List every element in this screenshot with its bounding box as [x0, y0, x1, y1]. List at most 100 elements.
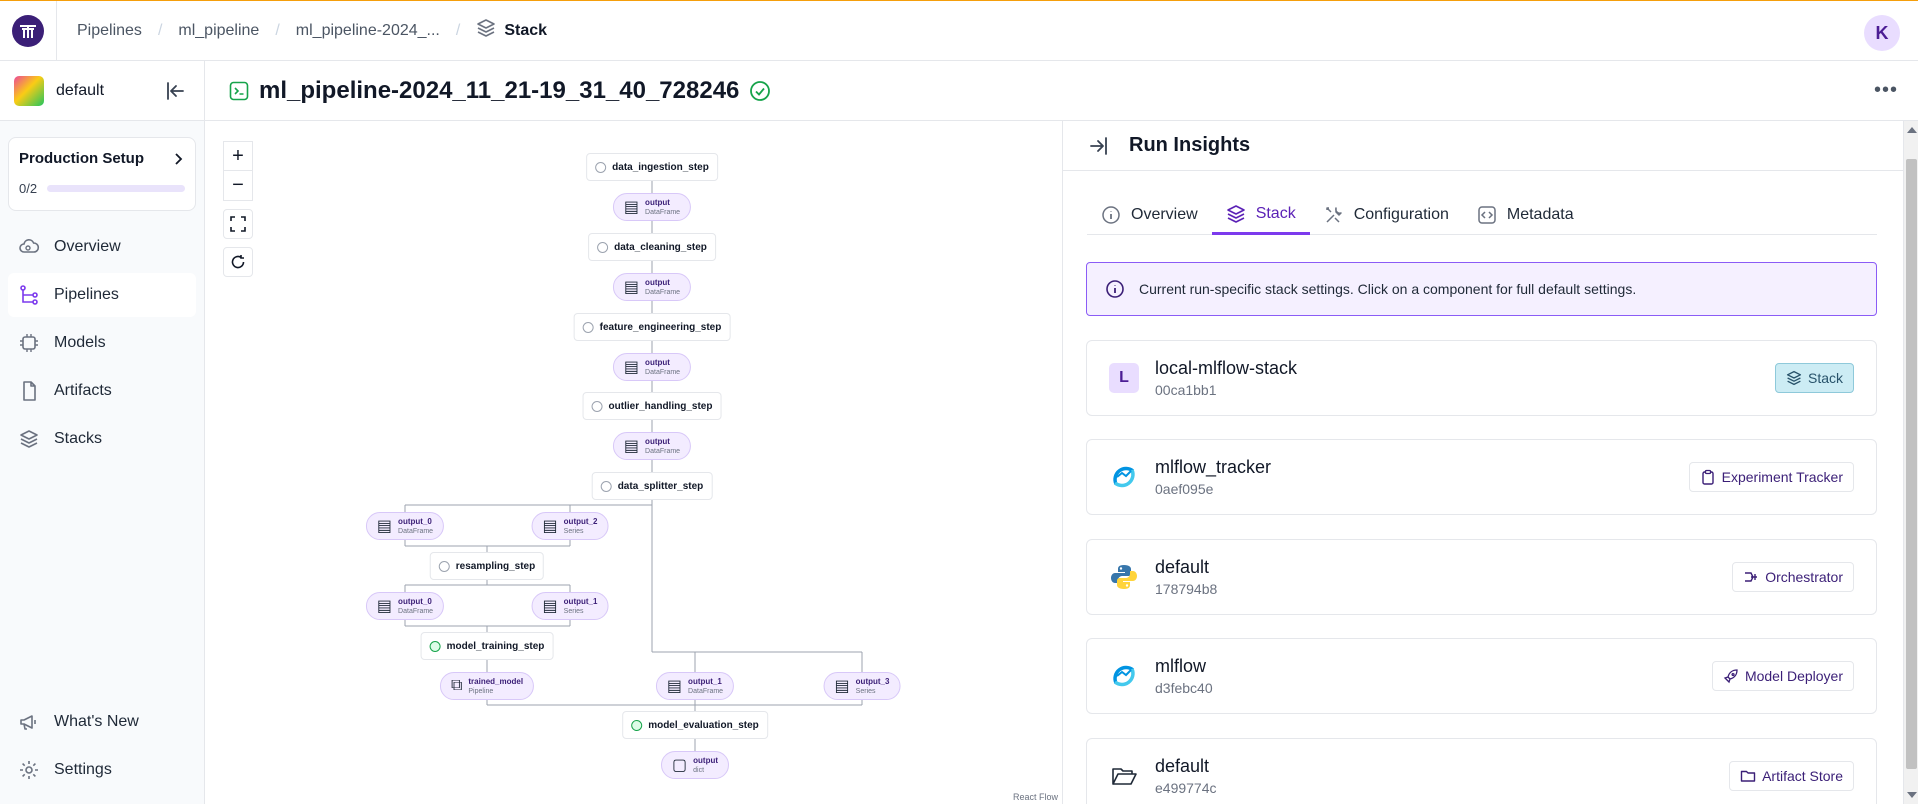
stack-card[interactable]: L local-mlflow-stack 00ca1bb1 Stack — [1086, 340, 1877, 416]
step-label: data_cleaning_step — [614, 241, 707, 253]
chevron-right-icon — [175, 152, 183, 165]
component-card-model-deployer[interactable]: mlflow d3febc40 Model Deployer — [1086, 638, 1877, 714]
scroll-thumb[interactable] — [1906, 159, 1917, 769]
breadcrumb-run[interactable]: ml_pipeline-2024_... — [286, 22, 450, 40]
production-setup-card[interactable]: Production Setup 0/2 — [8, 137, 196, 211]
dag-artifact-node[interactable]: ▤ output_3 Series — [823, 672, 901, 700]
dag-step-node[interactable]: model_evaluation_step — [622, 711, 768, 739]
dag-step-node[interactable]: data_ingestion_step — [586, 153, 718, 181]
sidebar-item-models[interactable]: Models — [8, 321, 196, 365]
setup-progress-bar — [47, 185, 185, 192]
dag-artifact-node[interactable]: ▤ output_2 Series — [531, 512, 609, 540]
database-icon: ▤ — [623, 279, 640, 296]
panel-scrollbar[interactable] — [1903, 121, 1918, 804]
react-flow-attribution[interactable]: React Flow — [1013, 792, 1058, 802]
zoom-out-button[interactable]: − — [223, 171, 253, 201]
dag-step-node[interactable]: feature_engineering_step — [573, 313, 731, 341]
database-icon: ▤ — [623, 438, 640, 455]
dag-artifact-node[interactable]: ▤ output DataFrame — [612, 273, 692, 301]
dag-artifact-node[interactable]: ▤ output_0 DataFrame — [365, 592, 445, 620]
refresh-icon — [231, 255, 245, 269]
file-icon — [23, 381, 36, 401]
component-type-badge: Orchestrator — [1732, 562, 1854, 592]
clipboard-icon — [1701, 469, 1714, 485]
artifact-type: DataFrame — [645, 368, 681, 376]
logo-container[interactable] — [0, 0, 57, 61]
dag-step-node[interactable]: outlier_handling_step — [582, 392, 722, 420]
breadcrumb-pipeline[interactable]: ml_pipeline — [168, 22, 269, 40]
info-icon — [1102, 206, 1120, 224]
artifact-name: output — [693, 755, 718, 765]
sidebar-item-label: Models — [54, 334, 106, 351]
tab-metadata[interactable]: Metadata — [1463, 195, 1588, 235]
zenml-logo — [12, 14, 44, 47]
component-card-artifact-store[interactable]: default e499774c Artifact Store — [1086, 738, 1877, 804]
stack-icon — [20, 430, 38, 448]
dag-step-node[interactable]: model_training_step — [420, 632, 554, 660]
dag-canvas[interactable]: + − data_ingestion_step data_cleaning_st… — [205, 121, 1062, 804]
dag-artifact-node[interactable]: ▢ output dict — [661, 751, 729, 779]
refresh-button[interactable] — [223, 247, 253, 277]
database-icon: ▤ — [376, 598, 393, 615]
tab-configuration[interactable]: Configuration — [1310, 195, 1463, 235]
dag-artifact-node[interactable]: ▤ output_1 Series — [531, 592, 609, 620]
sidebar-item-overview[interactable]: Overview — [8, 225, 196, 269]
stack-name: local-mlflow-stack — [1155, 358, 1298, 378]
scroll-down-arrow[interactable] — [1907, 792, 1917, 798]
panel-title: Run Insights — [1129, 134, 1251, 156]
collapse-panel-icon[interactable] — [1087, 135, 1109, 157]
dag-step-node[interactable]: data_splitter_step — [591, 472, 713, 500]
breadcrumb-separator: / — [157, 21, 163, 39]
dag-artifact-node[interactable]: ▤ output DataFrame — [612, 353, 692, 381]
sidebar-item-settings[interactable]: Settings — [8, 748, 196, 792]
tab-overview[interactable]: Overview — [1087, 195, 1212, 235]
tab-label: Overview — [1131, 206, 1198, 223]
breadcrumb-separator: / — [455, 21, 461, 39]
tab-stack[interactable]: Stack — [1211, 195, 1310, 235]
info-callout: Current run-specific stack settings. Cli… — [1086, 262, 1877, 316]
dag-step-node[interactable]: data_cleaning_step — [588, 233, 716, 261]
workspace-selector[interactable]: default — [0, 61, 204, 121]
component-name: mlflow_tracker — [1155, 457, 1272, 477]
dag-edges — [404, 167, 863, 751]
collapse-left-icon — [167, 81, 184, 100]
scroll-up-arrow[interactable] — [1907, 127, 1917, 133]
artifact-type: DataFrame — [645, 208, 681, 216]
user-avatar[interactable]: K — [1864, 15, 1900, 51]
sidebar-item-stacks[interactable]: Stacks — [8, 417, 196, 461]
dag-artifact-node[interactable]: ▤ output DataFrame — [612, 193, 692, 221]
breadcrumb-separator: / — [275, 21, 280, 39]
dag-artifact-node[interactable]: ▤ output_0 DataFrame — [365, 512, 445, 540]
collapse-sidebar-button[interactable] — [162, 77, 190, 105]
dag-artifact-node[interactable]: ⧉ trained_model Pipeline — [439, 672, 535, 700]
dag-step-node[interactable]: resampling_step — [429, 552, 545, 580]
zoom-in-button[interactable]: + — [223, 141, 253, 171]
dag-artifact-node[interactable]: ▤ output DataFrame — [612, 432, 692, 460]
panel-header: Run Insights — [1063, 121, 1903, 171]
artifact-type: Series — [855, 687, 876, 695]
tab-label: Metadata — [1506, 206, 1574, 223]
breadcrumb-current: Stack — [466, 18, 557, 43]
sidebar-item-pipelines[interactable]: Pipelines — [8, 273, 196, 317]
pipeline-icon — [20, 285, 38, 305]
breadcrumb-pipelines[interactable]: Pipelines — [67, 22, 152, 40]
sidebar-item-label: Artifacts — [54, 382, 112, 399]
step-status-icon — [591, 400, 603, 412]
fit-view-button[interactable] — [223, 209, 253, 239]
top-bar: Pipelines / ml_pipeline / ml_pipeline-20… — [0, 0, 1918, 61]
sidebar-item-artifacts[interactable]: Artifacts — [8, 369, 196, 413]
artifact-name: trained_model — [468, 676, 524, 686]
more-options-button[interactable]: ••• — [1874, 79, 1898, 102]
dag-artifact-node[interactable]: ▤ output_1 DataFrame — [655, 672, 735, 700]
component-card-experiment-tracker[interactable]: mlflow_tracker 0aef095e Experiment Track… — [1086, 439, 1877, 515]
megaphone-icon — [20, 715, 36, 730]
component-card-orchestrator[interactable]: default 178794b8 Orchestrator — [1086, 539, 1877, 615]
step-label: model_training_step — [446, 640, 545, 652]
component-id: d3febc40 — [1155, 680, 1213, 696]
artifact-name: output — [645, 357, 670, 367]
setup-progress-text: 0/2 — [19, 181, 38, 196]
step-status-icon — [597, 241, 609, 253]
step-status-icon — [429, 640, 441, 652]
artifact-name: output_0 — [398, 516, 432, 526]
sidebar-item-whats-new[interactable]: What's New — [8, 700, 196, 744]
